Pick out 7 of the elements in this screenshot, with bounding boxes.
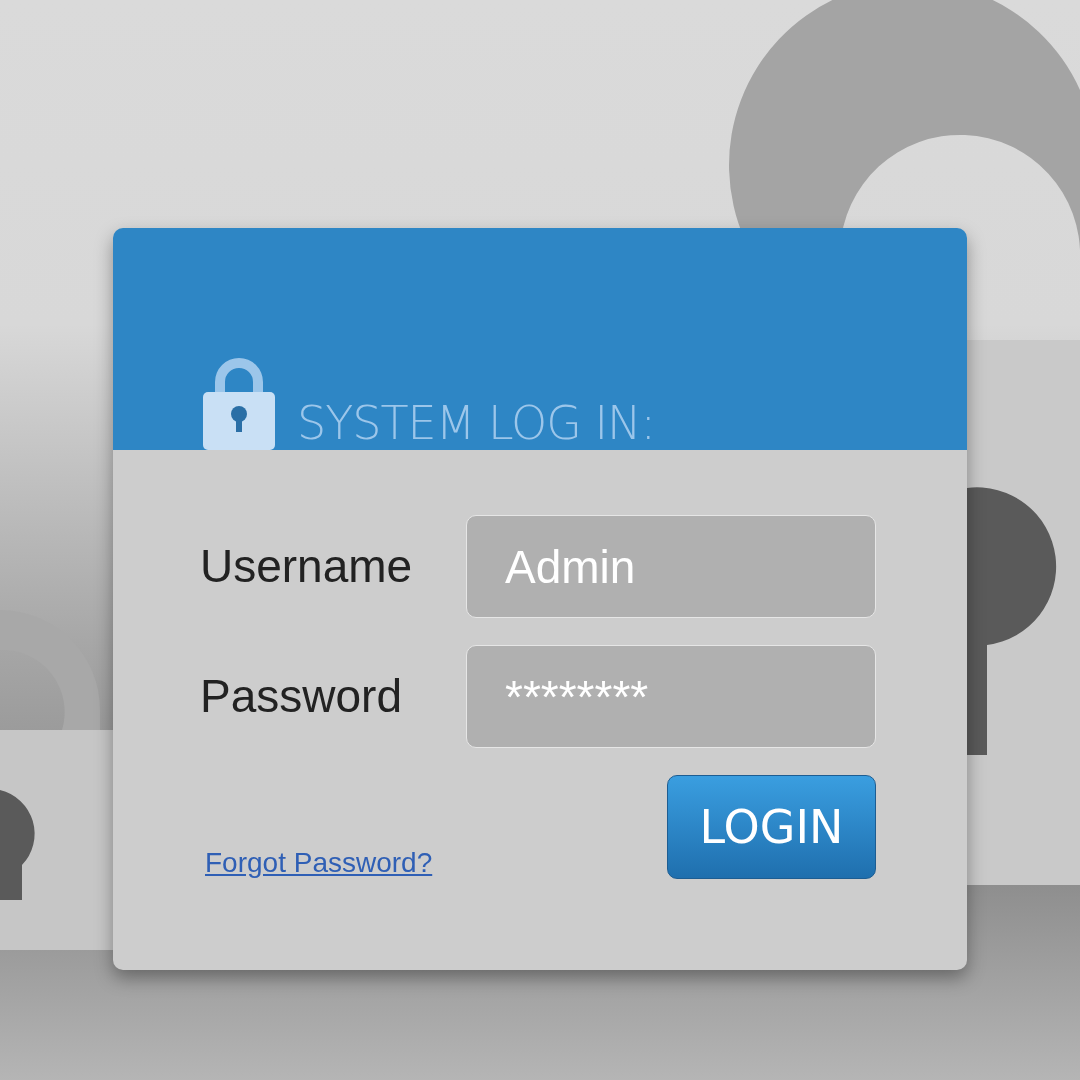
field-label: Password [200, 669, 403, 724]
login-button[interactable]: LOGIN [667, 775, 876, 879]
field-label: Username [200, 539, 414, 594]
input-field[interactable]: Admin [466, 515, 876, 618]
forgot-password-link[interactable]: Forgot Password? [205, 842, 433, 884]
login-title: SYSTEM LOG IN: [297, 400, 655, 450]
input-field[interactable]: ******** [466, 645, 876, 748]
